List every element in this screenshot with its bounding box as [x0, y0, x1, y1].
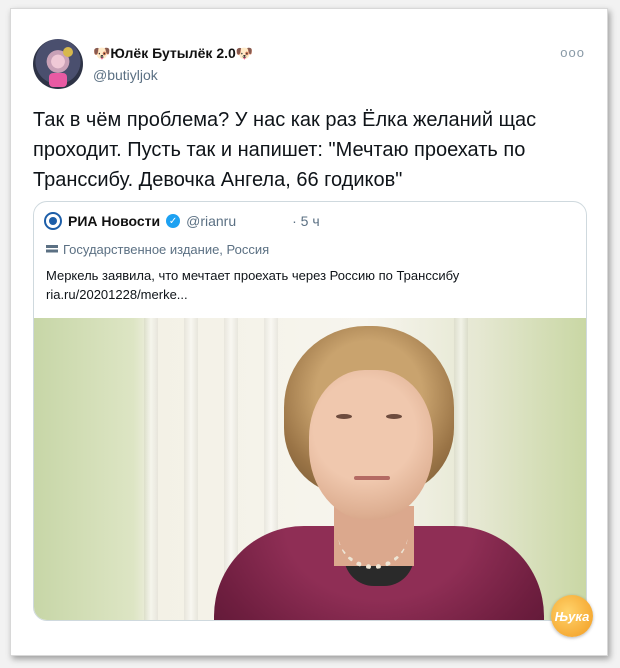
state-media-label: Государственное издание, Россия: [46, 242, 269, 257]
screenshot-frame: 🐶Юлёк Бутылёк 2.0🐶 @butiyljok ooo Так в …: [10, 8, 608, 656]
site-watermark-logo: Њука: [551, 595, 593, 637]
quoted-timestamp: · 5 ч: [292, 213, 320, 229]
author-handle[interactable]: @butiyljok: [93, 67, 158, 83]
tweet-text: Так в чём проблема? У нас как раз Ёлка ж…: [33, 109, 537, 191]
quoted-text: Меркель заявила, что мечтает проехать че…: [46, 266, 576, 304]
quoted-photo[interactable]: [34, 318, 586, 620]
quoted-source-name: РИА Новости: [68, 213, 161, 229]
verified-badge-icon: ✓: [166, 214, 181, 228]
more-options-icon[interactable]: ooo: [560, 45, 585, 60]
ria-logo-icon: [44, 212, 62, 230]
avatar[interactable]: [33, 39, 83, 89]
quoted-text-line: Меркель заявила, что мечтает проехать че…: [46, 268, 460, 283]
quoted-tweet[interactable]: РИА Новости ✓ @rianru · 5 ч Государствен…: [33, 201, 587, 621]
state-media-icon: [46, 244, 58, 255]
state-media-label-text: Государственное издание, Россия: [63, 242, 270, 257]
quoted-source-handle: @rianru: [186, 213, 237, 229]
tweet-card: 🐶Юлёк Бутылёк 2.0🐶 @butiyljok ooo Так в …: [11, 9, 607, 655]
photo-person: [214, 326, 544, 620]
author-name[interactable]: 🐶Юлёк Бутылёк 2.0🐶: [93, 45, 253, 62]
quoted-link[interactable]: ria.ru/20201228/merke...: [46, 285, 576, 304]
quoted-header: РИА Новости ✓ @rianru · 5 ч: [44, 212, 320, 230]
author-name-text: 🐶Юлёк Бутылёк 2.0🐶: [93, 45, 254, 61]
